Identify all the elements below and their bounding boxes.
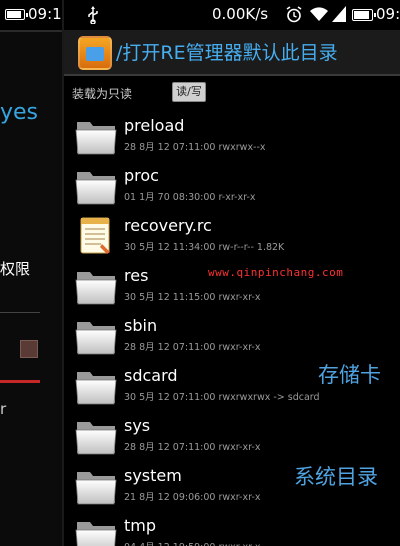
file-meta: 30 5月 12 11:34:00 rw-r--r-- 1.82K: [124, 242, 285, 253]
folder-icon: [75, 522, 117, 546]
file-meta: 28 8月 12 07:11:00 rwxr-xr-x: [124, 342, 261, 353]
battery-icon: [352, 9, 376, 21]
left-permission-label: 权限: [0, 260, 31, 278]
folder-icon: [75, 122, 117, 155]
left-divider-2: [0, 312, 40, 313]
folder-icon: [75, 322, 117, 355]
file-meta: 30 5月 12 11:15:00 rwxr-xr-x: [124, 292, 261, 303]
file-row[interactable]: preload 28 8月 12 07:11:00 rwxrwx--x: [64, 110, 400, 160]
left-yes-text: yes: [0, 100, 39, 125]
alarm-icon: [286, 6, 302, 23]
battery-icon: [5, 9, 28, 20]
left-status-bar: 09:19: [0, 0, 62, 30]
file-row[interactable]: proc 01 1月 70 08:30:00 r-xr-xr-x: [64, 160, 400, 210]
title-label: 打开RE管理器默认此目录: [122, 42, 338, 64]
folder-icon: [75, 472, 117, 505]
watermark-text: www.qinpinchang.com: [208, 266, 344, 279]
file-meta: 04 4月 12 19:59:00 rwxr-xr-x: [124, 539, 260, 546]
left-divider: [0, 30, 62, 32]
status-bar: 0.00K/s 09:47: [64, 0, 400, 30]
left-checkbox[interactable]: [20, 340, 38, 358]
network-speed: 0.00K/s: [212, 5, 269, 23]
file-name: res: [124, 266, 149, 285]
text-file-icon: [80, 217, 110, 254]
file-meta: 01 1月 70 08:30:00 r-xr-xr-x: [124, 192, 256, 203]
annotation-sdcard: 存储卡: [318, 363, 381, 387]
left-r-text: r: [0, 400, 7, 418]
file-meta: 28 8月 12 07:11:00 rwxrwx--x: [124, 142, 266, 153]
usb-icon: [88, 6, 98, 24]
file-name: proc: [124, 166, 159, 185]
folder-icon: [75, 172, 117, 205]
file-name: system: [124, 466, 182, 485]
file-name: sbin: [124, 316, 158, 335]
page-title: /打开RE管理器默认此目录: [116, 38, 338, 65]
folder-icon: [75, 272, 117, 305]
file-name: recovery.rc: [124, 216, 212, 235]
file-name: sdcard: [124, 366, 178, 385]
left-red-indicator: [0, 380, 40, 383]
file-meta: 28 8月 12 07:11:00 rwxr-xr-x: [124, 442, 261, 453]
title-bar: /打开RE管理器默认此目录: [64, 30, 400, 76]
left-pane: 09:19 yes 权限 r: [0, 0, 62, 546]
left-status-time: 09:19: [28, 5, 62, 23]
file-name: sys: [124, 416, 151, 435]
file-row[interactable]: recovery.rc 30 5月 12 11:34:00 rw-r--r-- …: [64, 210, 400, 260]
file-name: preload: [124, 116, 185, 135]
mount-rw-button[interactable]: 读/写: [172, 82, 206, 102]
file-name: tmp: [124, 516, 157, 535]
file-row[interactable]: sbin 28 8月 12 07:11:00 rwxr-xr-x: [64, 310, 400, 360]
file-meta: 30 5月 12 07:11:00 rwxrwxrwx -> sdcard: [124, 392, 320, 403]
mount-status-label: 装载为只读: [72, 87, 133, 101]
file-row[interactable]: sys 28 8月 12 07:11:00 rwxr-xr-x: [64, 410, 400, 460]
annotation-system: 系统目录: [294, 465, 378, 489]
status-time: 09:47: [376, 5, 400, 23]
file-meta: 21 8月 12 09:06:00 rwxr-xr-x: [124, 492, 261, 503]
wifi-icon: [310, 7, 328, 21]
file-row[interactable]: tmp 04 4月 12 19:59:00 rwxr-xr-x: [64, 510, 400, 546]
folder-icon: [75, 372, 117, 405]
folder-icon: [75, 422, 117, 455]
re-manager-app-icon[interactable]: [78, 36, 112, 70]
signal-icon: [332, 6, 346, 22]
mount-bar: 装载为只读 读/写: [64, 78, 400, 108]
